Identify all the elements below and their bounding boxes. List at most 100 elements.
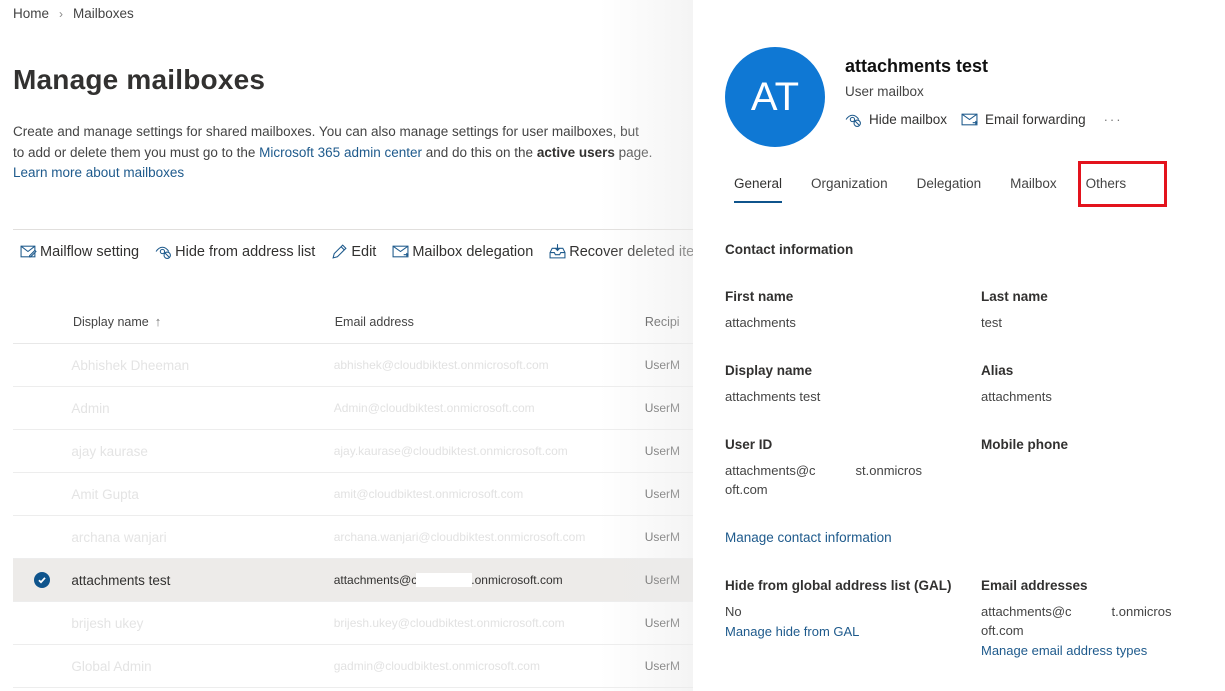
redacted-text [1071, 606, 1112, 619]
field-hide-from-gal: Hide from global address list (GAL) No M… [725, 578, 952, 643]
panel-tabs: General Organization Delegation Mailbox … [734, 176, 1155, 203]
active-users-text: active users [536, 144, 615, 160]
field-last-name: Last name test [981, 289, 1048, 332]
description-text: and do this on the [421, 144, 537, 160]
manage-hide-from-gal-link[interactable]: Manage hide from GAL [725, 621, 952, 643]
page-description: Create and manage settings for shared ma… [13, 122, 653, 184]
value-suffix: t.onmicros [1111, 604, 1172, 619]
edit-icon [332, 244, 347, 259]
tab-organization[interactable]: Organization [811, 176, 888, 203]
field-first-name: First name attachments [725, 289, 796, 332]
row-display-name: archana wanjari [71, 529, 167, 545]
value-line2: oft.com [725, 482, 768, 497]
mailflow-setting-icon [20, 245, 37, 258]
row-recipient-type: UserM [644, 616, 681, 630]
recover-deleted-items-button[interactable]: Recover deleted ite [549, 243, 693, 260]
field-display-name: Display name attachments test [725, 363, 820, 406]
manage-email-address-types-link[interactable]: Manage email address types [981, 640, 1171, 662]
checkmark-circle-icon [34, 572, 51, 588]
hide-from-address-list-button[interactable]: Hide from address list [155, 243, 315, 260]
value-line2: oft.com [981, 623, 1024, 638]
section-title-contact-info: Contact information [725, 242, 854, 257]
manage-contact-information-link[interactable]: Manage contact information [725, 530, 892, 545]
header-label: Display name [73, 314, 149, 329]
row-display-name: Abhishek Dheeman [71, 357, 190, 373]
table-row[interactable]: brijesh ukey brijesh.ukey@cloudbiktest.o… [13, 602, 693, 645]
table-row[interactable]: Amit Gupta amit@cloudbiktest.onmicrosoft… [13, 473, 693, 516]
button-label: Hide mailbox [869, 112, 948, 127]
button-label: Mailflow setting [40, 243, 140, 260]
hide-icon [845, 114, 861, 127]
field-label: User ID [725, 437, 773, 452]
hide-icon [155, 246, 172, 259]
table-row[interactable]: Abhishek Dheeman abhishek@cloudbiktest.o… [13, 344, 693, 387]
mailflow-setting-button[interactable]: Mailflow setting [20, 243, 139, 260]
hide-mailbox-button[interactable]: Hide mailbox [845, 111, 947, 128]
field-value: No [725, 604, 742, 619]
column-header-email[interactable]: Email address [335, 315, 645, 329]
row-checkbox[interactable] [13, 572, 71, 588]
row-recipient-type: UserM [644, 444, 681, 458]
panel-subtitle: User mailbox [845, 84, 924, 99]
email-forwarding-icon [961, 113, 978, 126]
column-header-recipient-type[interactable]: Recipi [645, 315, 693, 329]
field-label: Display name [725, 363, 813, 378]
field-value: attachments [981, 389, 1052, 404]
mailboxes-table: Display name ↑ Email address Recipi Abhi… [13, 300, 693, 688]
field-mobile-phone: Mobile phone [981, 437, 1068, 461]
recover-icon [549, 244, 566, 259]
table-row[interactable]: Admin Admin@cloudbiktest.onmicrosoft.com… [13, 387, 693, 430]
table-row[interactable]: ajay kaurase ajay.kaurase@cloudbiktest.o… [13, 430, 693, 473]
button-label: Edit [351, 243, 377, 260]
learn-more-link[interactable]: Learn more about mailboxes [13, 165, 184, 180]
button-label: Email forwarding [985, 112, 1086, 127]
row-email: Admin@cloudbiktest.onmicrosoft.com [333, 401, 535, 415]
table-row[interactable]: archana wanjari archana.wanjari@cloudbik… [13, 516, 693, 559]
row-recipient-type: UserM [644, 401, 681, 415]
sort-ascending-icon: ↑ [154, 314, 162, 329]
field-label: Email addresses [981, 578, 1088, 593]
field-value: test [981, 315, 1002, 330]
description-text: page. [614, 144, 653, 160]
row-email: ajay.kaurase@cloudbiktest.onmicrosoft.co… [333, 444, 568, 458]
button-label: Hide from address list [175, 243, 316, 260]
tab-mailbox[interactable]: Mailbox [1010, 176, 1057, 203]
table-header: Display name ↑ Email address Recipi [13, 300, 693, 344]
row-recipient-type: UserM [644, 659, 681, 673]
mailbox-delegation-icon [392, 245, 410, 258]
m365-admin-center-link[interactable]: Microsoft 365 admin center [259, 145, 422, 160]
value-suffix: st.onmicros [855, 463, 922, 478]
row-display-name: brijesh ukey [71, 615, 144, 631]
row-recipient-type: UserM [644, 358, 681, 372]
value-prefix: attachments@c [725, 463, 816, 478]
panel-actions: Hide mailbox Email forwarding ··· [845, 111, 1123, 128]
row-recipient-type: UserM [644, 573, 681, 587]
field-alias: Alias attachments [981, 363, 1052, 406]
email-forwarding-button[interactable]: Email forwarding [961, 111, 1086, 128]
row-recipient-type: UserM [644, 487, 681, 501]
mailbox-details-panel: AT attachments test User mailbox Hide ma… [693, 0, 1225, 691]
email-prefix: attachments@c [333, 572, 418, 587]
row-display-name: Global Admin [71, 658, 152, 674]
more-options-icon[interactable]: ··· [1104, 112, 1123, 127]
tab-delegation[interactable]: Delegation [917, 176, 982, 203]
table-row-selected[interactable]: attachments test attachments@c .onmicroso… [13, 559, 693, 602]
tab-general[interactable]: General [734, 176, 783, 203]
divider [13, 229, 693, 230]
table-row[interactable]: Global Admin gadmin@cloudbiktest.onmicro… [13, 645, 693, 688]
redacted-text [416, 573, 473, 588]
edit-button[interactable]: Edit [331, 243, 376, 260]
mailbox-delegation-button[interactable]: Mailbox delegation [392, 243, 533, 260]
breadcrumb-home[interactable]: Home [13, 6, 49, 21]
column-header-display-name[interactable]: Display name ↑ [13, 314, 335, 329]
row-display-name: Amit Gupta [71, 486, 139, 502]
field-value: attachments [725, 315, 796, 330]
page-title: Manage mailboxes [13, 64, 266, 95]
tab-others[interactable]: Others [1086, 176, 1127, 203]
row-email: amit@cloudbiktest.onmicrosoft.com [333, 487, 524, 501]
manage-mailboxes-page: Home › Mailboxes Manage mailboxes Create… [0, 0, 693, 691]
button-label: Recover deleted ite [569, 243, 693, 260]
button-label: Mailbox delegation [412, 243, 534, 260]
row-display-name: Admin [71, 400, 110, 416]
field-label: Alias [981, 363, 1014, 378]
